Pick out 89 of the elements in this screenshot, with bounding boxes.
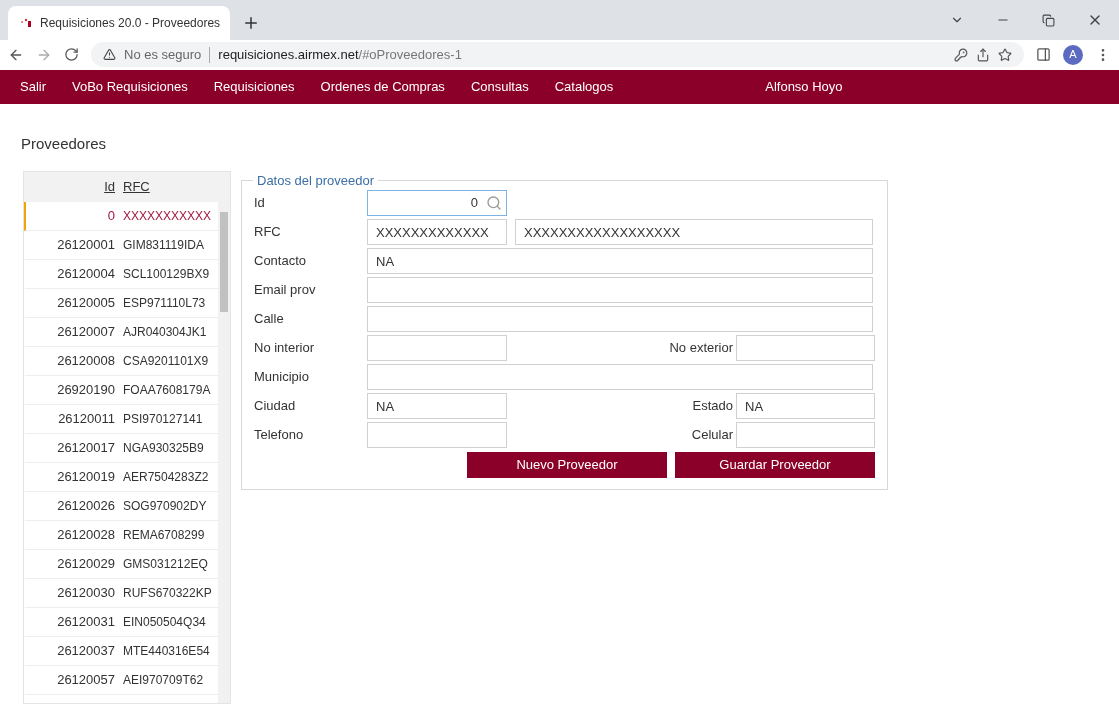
table-cell-text: 26120057 — [56, 670, 116, 689]
column-header[interactable]: Id — [24, 176, 119, 197]
input-field[interactable] — [736, 335, 875, 361]
table-cell-text: 26120004 — [56, 264, 116, 283]
table-cell-text: SCL100129BX9 — [122, 265, 210, 283]
table-cell-text: EIN050504Q34 — [122, 613, 206, 631]
table-cell-text: AER7504283Z2 — [122, 468, 209, 486]
table-cell-text: 26120001 — [56, 235, 116, 254]
panel-legend: Datos del proveedor — [253, 170, 379, 190]
table-cell-text: GIM831119IDA — [122, 236, 204, 254]
table-cell-text: 26120030 — [56, 583, 116, 602]
table-cell-text: MTE440316E54 — [122, 642, 210, 660]
table-cell-text: 26120019 — [56, 467, 116, 486]
field-label: Municipio — [254, 368, 310, 387]
field-label: Celular — [690, 426, 734, 445]
input-field[interactable] — [367, 306, 873, 332]
favicon-icon — [20, 17, 32, 29]
input-field[interactable]: NA — [367, 248, 873, 274]
table-cell-text: REMA6708299 — [122, 526, 205, 544]
new-supplier-button[interactable]: Nuevo Proveedor — [467, 452, 667, 478]
table-cell-text: 26120028 — [56, 525, 116, 544]
nav-link[interactable]: VoBo Requisiciones — [72, 77, 188, 97]
table-cell-text: 0 — [106, 206, 116, 225]
table-cell-text: 26120017 — [56, 438, 116, 457]
table-cell-text: NGA930325B9 — [122, 439, 204, 457]
table-cell-text: 26120011 — [57, 409, 116, 428]
field-label: Calle — [254, 310, 285, 329]
column-header[interactable]: RFC — [119, 176, 150, 197]
field-label: Id — [254, 194, 266, 213]
table-cell-text: PSI970127141 — [122, 410, 203, 428]
field-label: Estado — [691, 397, 734, 416]
table-cell-text: 26120005 — [56, 293, 116, 312]
field-label: Ciudad — [254, 397, 297, 416]
restore-icon[interactable] — [1042, 13, 1055, 27]
nav-link[interactable]: Catalogos — [554, 77, 614, 97]
field-label: No interior — [254, 339, 315, 358]
table-cell-text: 26120026 — [56, 496, 116, 515]
input-field[interactable] — [367, 335, 507, 361]
table-cell-text: GMS031212EQ — [122, 555, 208, 573]
table-cell-text: FOAA7608179A — [122, 381, 211, 399]
reload-icon[interactable] — [64, 47, 79, 62]
field-label: Contacto — [254, 252, 308, 271]
nav-link[interactable]: Requisiciones — [213, 77, 295, 97]
rfc-field[interactable]: XXXXXXXXXXXXX — [367, 219, 507, 245]
field-label: Email prov — [254, 281, 317, 300]
field-label: RFC — [254, 223, 282, 242]
table-cell-text: SOG970902DY — [122, 497, 207, 515]
input-field[interactable]: NA — [736, 393, 875, 419]
table-cell-text: XXXXXXXXXXX — [122, 207, 212, 225]
side-panel-icon[interactable] — [1036, 47, 1051, 62]
table-cell-text: CSA9201101X9 — [122, 352, 209, 370]
search-icon[interactable] — [486, 195, 502, 211]
address-bar[interactable]: No es seguro requisiciones.airmex.net/#oProveedores-1 — [91, 42, 1024, 67]
save-supplier-button[interactable]: Guardar Proveedor — [675, 452, 875, 478]
avatar[interactable]: A — [1063, 44, 1083, 65]
table-cell-text: AEI970709T62 — [122, 671, 204, 689]
input-field[interactable] — [736, 422, 875, 448]
rfc-field[interactable]: XXXXXXXXXXXXXXXXXX — [515, 219, 873, 245]
key-icon[interactable] — [954, 47, 968, 62]
share-icon[interactable] — [976, 47, 990, 62]
table-cell-text: 26120029 — [56, 554, 116, 573]
browser-tab[interactable]: Requisiciones 20.0 - Proveedores — [8, 6, 230, 40]
input-field[interactable] — [367, 277, 873, 303]
nav-link[interactable]: Salir — [20, 77, 46, 97]
nav-link[interactable]: Consultas — [470, 77, 529, 97]
input-field[interactable] — [367, 364, 873, 390]
field-label: No exterior — [668, 339, 734, 358]
table-cell-text: 26120037 — [56, 641, 116, 660]
url-text: requisiciones.airmex.net/#oProveedores-1 — [218, 45, 462, 64]
table-cell-text: ESP971110L73 — [122, 294, 206, 312]
scrollbar[interactable] — [218, 201, 230, 703]
user-name: Alfonso Hoyo — [765, 78, 843, 97]
tab-title: Requisiciones 20.0 - Proveedores — [40, 15, 221, 32]
input-field[interactable] — [367, 422, 507, 448]
table-cell-text: 26920190 — [56, 380, 116, 399]
table-cell-text: 26120031 — [56, 612, 116, 631]
table-cell-text: AJR040304JK1 — [122, 323, 207, 341]
input-field[interactable]: NA — [367, 393, 507, 419]
id-search-field[interactable]: 0 — [367, 190, 507, 216]
table-cell-text: RUFS670322KP — [122, 584, 212, 602]
field-label: Telefono — [254, 426, 305, 445]
star-icon[interactable] — [998, 47, 1012, 62]
table-cell-text: 26120008 — [56, 351, 116, 370]
warning-icon — [103, 48, 116, 61]
table-cell-text: 26120007 — [56, 322, 116, 341]
page-title: Proveedores — [21, 134, 108, 154]
security-label: No es seguro — [124, 45, 202, 64]
new-tab-icon[interactable] — [242, 14, 260, 32]
nav-link[interactable]: Ordenes de Compras — [320, 77, 445, 97]
